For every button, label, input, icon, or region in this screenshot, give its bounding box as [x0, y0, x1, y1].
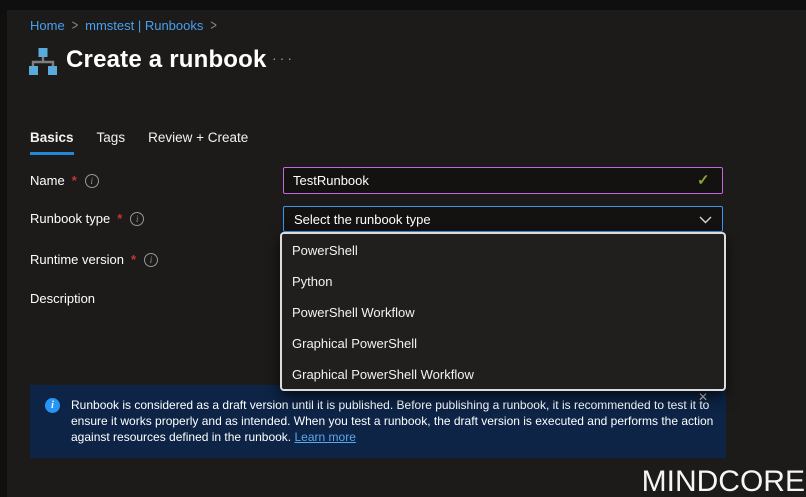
create-runbook-screen: Home > mmstest | Runbooks > Create a run…	[0, 0, 806, 497]
tab-tags[interactable]: Tags	[97, 130, 126, 155]
breadcrumb-link-runbooks[interactable]: mmstest | Runbooks	[85, 18, 203, 33]
breadcrumb: Home > mmstest | Runbooks >	[30, 18, 217, 33]
learn-more-link[interactable]: Learn more	[295, 430, 356, 444]
select-placeholder: Select the runbook type	[294, 212, 431, 227]
breadcrumb-link-home[interactable]: Home	[30, 18, 65, 33]
breadcrumb-separator-icon: >	[72, 18, 78, 34]
window-edge-left	[0, 0, 7, 497]
page-title: Create a runbook	[66, 46, 267, 74]
tab-bar: Basics Tags Review + Create	[30, 130, 248, 155]
info-banner-text: Runbook is considered as a draft version…	[71, 397, 719, 445]
required-marker: *	[117, 211, 122, 226]
required-marker: *	[131, 252, 136, 267]
more-options-icon[interactable]: ···	[272, 50, 295, 66]
tab-review-create[interactable]: Review + Create	[148, 130, 248, 155]
info-icon[interactable]: i	[85, 174, 99, 188]
option-graphical-powershell[interactable]: Graphical PowerShell	[282, 328, 724, 359]
runbook-type-select[interactable]: Select the runbook type	[283, 206, 723, 232]
info-banner: i Runbook is considered as a draft versi…	[30, 385, 726, 458]
option-powershell-workflow[interactable]: PowerShell Workflow	[282, 297, 724, 328]
tab-basics[interactable]: Basics	[30, 130, 74, 155]
option-graphical-powershell-workflow[interactable]: Graphical PowerShell Workflow	[282, 359, 724, 390]
runbook-type-label: Runbook type* i	[30, 211, 144, 226]
close-icon[interactable]: ✕	[698, 390, 708, 404]
info-icon[interactable]: i	[130, 212, 144, 226]
breadcrumb-separator-icon: >	[210, 18, 216, 34]
runbook-type-dropdown: PowerShell Python PowerShell Workflow Gr…	[280, 232, 726, 391]
window-edge-top	[0, 0, 806, 10]
option-python[interactable]: Python	[282, 266, 724, 297]
info-banner-icon: i	[45, 398, 60, 413]
option-powershell[interactable]: PowerShell	[282, 235, 724, 266]
mindcore-watermark: MINDCORE	[642, 465, 805, 497]
chevron-down-icon	[699, 212, 712, 227]
name-label: Name* i	[30, 173, 99, 188]
description-label: Description	[30, 291, 95, 306]
runtime-version-label: Runtime version* i	[30, 252, 158, 267]
required-marker: *	[72, 173, 77, 188]
info-icon[interactable]: i	[144, 253, 158, 267]
runbook-hierarchy-icon	[28, 46, 58, 81]
name-input[interactable]	[283, 167, 723, 194]
